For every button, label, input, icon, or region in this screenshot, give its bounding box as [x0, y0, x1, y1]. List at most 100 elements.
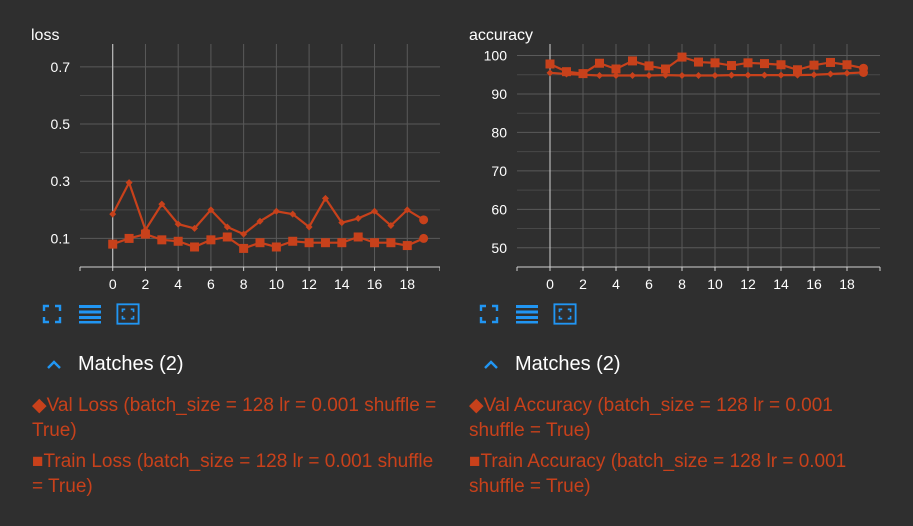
- legend-label: Train Loss (batch_size = 128 lr = 0.001 …: [32, 451, 434, 497]
- legend-item-train-loss: ■Train Loss (batch_size = 128 lr = 0.001…: [32, 449, 447, 499]
- data-point: [239, 243, 249, 253]
- data-point: [562, 67, 571, 77]
- data-point: [645, 72, 653, 80]
- x-tick-label: 12: [740, 276, 756, 292]
- data-point: [644, 61, 654, 71]
- data-point: [761, 71, 768, 79]
- matches-toggle[interactable]: Matches (2): [481, 353, 621, 376]
- data-point: [402, 241, 412, 251]
- x-tick-label: 8: [240, 276, 248, 292]
- data-point: [271, 242, 281, 252]
- diamond-icon: ◆: [469, 395, 484, 416]
- data-point: [793, 65, 802, 75]
- data-point: [694, 57, 703, 67]
- legend-item-val-accuracy: ◆Val Accuracy (batch_size = 128 lr = 0.0…: [469, 393, 884, 443]
- y-tick-label: 50: [491, 240, 507, 256]
- legend-item-val-loss: ◆Val Loss (batch_size = 128 lr = 0.001 s…: [32, 393, 447, 443]
- y-tick-label: 0.1: [51, 230, 71, 246]
- legend-label: Val Accuracy (batch_size = 128 lr = 0.00…: [469, 395, 833, 441]
- x-tick-label: 2: [579, 276, 587, 292]
- fit-domain-icon[interactable]: [116, 302, 140, 326]
- data-point: [545, 59, 555, 69]
- square-icon: ■: [469, 451, 481, 472]
- data-point: [157, 235, 167, 245]
- data-point: [354, 214, 362, 222]
- data-point: [810, 71, 818, 79]
- data-point: [595, 58, 604, 68]
- data-point: [173, 236, 183, 246]
- loss-chart[interactable]: loss 0.1 0.3 0.5 0.7 0 2 4 6 8 10 12 14 16 18: [0, 0, 440, 300]
- y-tick-label: 90: [491, 86, 507, 102]
- data-point: [728, 71, 735, 79]
- data-point: [843, 69, 851, 77]
- data-point: [827, 70, 834, 78]
- toggle-y-log-icon[interactable]: [78, 302, 102, 326]
- data-point: [222, 232, 232, 242]
- legend-label: Train Accuracy (batch_size = 128 lr = 0.…: [469, 451, 847, 497]
- x-tick-label: 10: [269, 276, 285, 292]
- data-point: [320, 238, 330, 248]
- data-point: [255, 238, 265, 248]
- legend-item-train-accuracy: ■Train Accuracy (batch_size = 128 lr = 0…: [469, 449, 884, 499]
- x-tick-label: 6: [645, 276, 653, 292]
- data-point: [629, 72, 636, 80]
- x-tick-label: 18: [399, 276, 415, 292]
- data-point: [661, 64, 670, 74]
- matches-label: Matches (2): [515, 353, 621, 375]
- data-point: [304, 238, 314, 248]
- data-point: [710, 58, 720, 68]
- x-tick-label: 16: [806, 276, 822, 292]
- data-point: [546, 69, 554, 77]
- y-tick-label: 0.3: [51, 173, 71, 189]
- data-point: [760, 59, 769, 69]
- x-tick-label: 2: [142, 276, 150, 292]
- data-point: [776, 60, 786, 70]
- data-point: [140, 229, 150, 239]
- data-point: [678, 72, 686, 80]
- y-tick-label: 0.7: [51, 59, 71, 75]
- data-point: [419, 215, 429, 225]
- series-line-0: [111, 179, 425, 236]
- y-tick-label: 80: [491, 124, 507, 140]
- data-point: [695, 72, 702, 80]
- data-point: [206, 235, 216, 245]
- data-point: [596, 72, 603, 80]
- y-tick-label: 60: [491, 201, 507, 217]
- data-point: [809, 60, 819, 70]
- accuracy-chart[interactable]: accuracy 50 60 70 80 90 100 0 2 4 6 8 10 12 14 16 18: [437, 0, 887, 300]
- toggle-y-log-icon[interactable]: [515, 302, 539, 326]
- y-tick-label: 100: [484, 48, 508, 64]
- data-point: [842, 60, 852, 70]
- x-tick-label: 4: [612, 276, 620, 292]
- loss-chart-toolbar: [40, 302, 154, 326]
- loss-panel: loss 0.1 0.3 0.5 0.7 0 2 4 6 8 10 12 14 16 18 Matches …: [0, 0, 440, 526]
- legend-label: Val Loss (batch_size = 128 lr = 0.001 sh…: [32, 395, 437, 441]
- x-tick-label: 18: [839, 276, 855, 292]
- matches-toggle[interactable]: Matches (2): [44, 353, 184, 376]
- data-point: [743, 58, 753, 68]
- x-tick-label: 0: [546, 276, 554, 292]
- x-tick-label: 12: [301, 276, 317, 292]
- data-point: [711, 72, 719, 80]
- data-point: [727, 61, 736, 71]
- x-tick-label: 14: [773, 276, 789, 292]
- square-icon: ■: [32, 451, 44, 472]
- chart-title: accuracy: [469, 27, 533, 44]
- x-tick-label: 14: [334, 276, 350, 292]
- fullscreen-icon[interactable]: [40, 302, 64, 326]
- diamond-icon: ◆: [32, 395, 47, 416]
- fit-domain-icon[interactable]: [553, 302, 577, 326]
- x-tick-label: 16: [367, 276, 383, 292]
- data-point: [337, 238, 347, 248]
- data-point: [370, 238, 380, 248]
- data-point: [108, 239, 118, 249]
- data-point: [353, 232, 363, 242]
- y-tick-label: 0.5: [51, 116, 71, 132]
- data-point: [190, 242, 200, 252]
- data-point: [288, 236, 298, 246]
- accuracy-chart-toolbar: [477, 302, 591, 326]
- chevron-up-icon: [44, 355, 64, 375]
- fullscreen-icon[interactable]: [477, 302, 501, 326]
- x-tick-label: 4: [174, 276, 182, 292]
- data-point: [386, 238, 396, 248]
